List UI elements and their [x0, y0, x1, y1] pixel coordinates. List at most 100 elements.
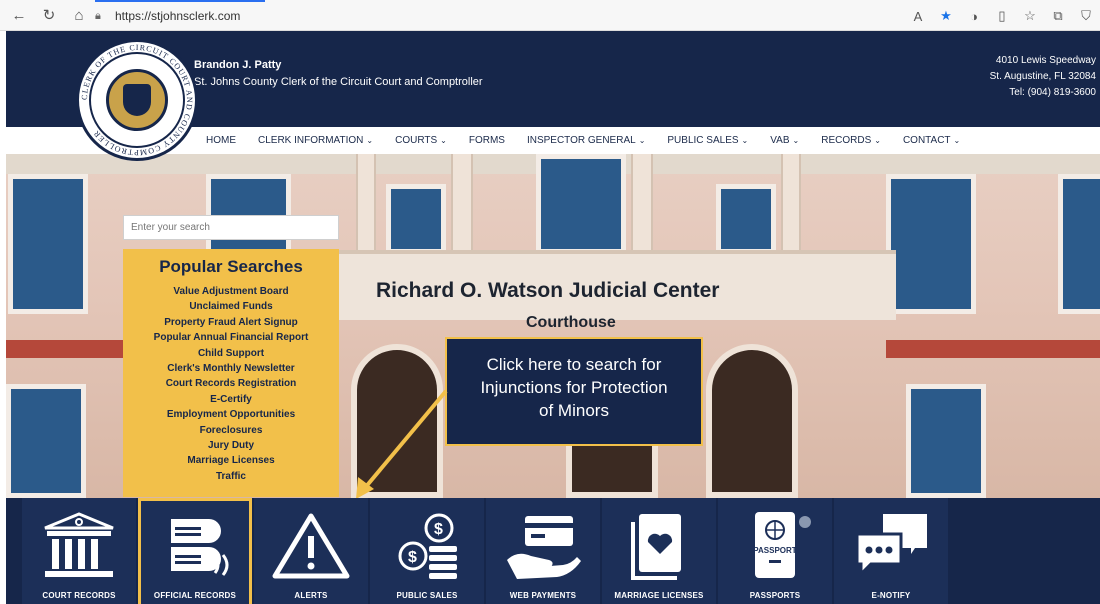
home-icon[interactable]: ⌂: [68, 4, 90, 26]
tile-label: WEB PAYMENTS: [509, 591, 577, 600]
nav-item-label: VAB: [770, 135, 790, 146]
chevron-down-icon: ⌄: [953, 136, 961, 145]
tile-public-sales[interactable]: $ $ PUBLIC SALES: [370, 498, 484, 604]
favorite-star-icon[interactable]: ★: [938, 8, 954, 24]
tile-label: MARRIAGE LICENSES: [614, 591, 704, 600]
popular-search-link[interactable]: Clerk's Monthly Newsletter: [123, 361, 339, 376]
popular-search-link[interactable]: Employment Opportunities: [123, 407, 339, 422]
clerk-seal-logo[interactable]: CLERK OF THE CIRCUIT COURT AND COUNTY CO…: [76, 39, 198, 161]
nav-item-contact[interactable]: CONTACT ⌄: [903, 135, 960, 146]
address-bar[interactable]: 🔒︎ https://stjohnsclerk.com: [95, 5, 695, 27]
favorites-icon[interactable]: ☆: [1022, 8, 1038, 24]
chat-bubbles-icon: [855, 514, 927, 578]
popular-search-link[interactable]: E-Certify: [123, 392, 339, 407]
url-text: https://stjohnsclerk.com: [115, 9, 241, 23]
tile-marriage-licenses[interactable]: MARRIAGE LICENSES: [602, 498, 716, 604]
tile-court-records[interactable]: COURT RECORDS: [22, 498, 136, 604]
building-title: Richard O. Watson Judicial Center: [376, 279, 720, 302]
clerk-title: St. Johns County Clerk of the Circuit Co…: [194, 76, 483, 88]
courthouse-icon: [44, 512, 114, 577]
heart-document-icon: [631, 514, 681, 580]
address-line2: St. Augustine, FL 32084: [989, 71, 1096, 82]
popular-search-link[interactable]: Property Fraud Alert Signup: [123, 315, 339, 330]
popular-search-link[interactable]: Jury Duty: [123, 438, 339, 453]
phone-number: Tel: (904) 819-3600: [1009, 87, 1096, 98]
book-stack-icon: [171, 519, 229, 576]
callout-line2: Injunctions for Protection: [480, 378, 668, 397]
refresh-icon[interactable]: ↻: [38, 4, 60, 26]
passport-icon: PASSPORT: [753, 512, 811, 578]
nav-item-label: INSPECTOR GENERAL: [526, 135, 636, 146]
search-input[interactable]: [123, 215, 339, 240]
nav-item-forms[interactable]: FORMS: [469, 135, 505, 146]
building-subtitle: Courthouse: [526, 314, 616, 331]
nav-item-label: PUBLIC SALES: [667, 135, 739, 146]
clerk-name: Brandon J. Patty: [194, 59, 282, 71]
tab-indicator: [95, 0, 265, 2]
lock-icon: 🔒︎: [95, 9, 101, 22]
nav-item-inspector-general[interactable]: INSPECTOR GENERAL ⌄: [527, 135, 645, 146]
svg-text:$: $: [408, 549, 417, 566]
office-address: 4010 Lewis Speedway St. Augustine, FL 32…: [990, 53, 1096, 101]
browser-actions: A ★ ◑ ▯ ☆ ⧉ ⛉: [910, 5, 1094, 27]
nav-item-label: FORMS: [468, 135, 505, 146]
quick-links-bar: COURT RECORDS OFFICIAL RECORDS ALERTS $ …: [6, 498, 1100, 604]
svg-text:PASSPORT: PASSPORT: [753, 546, 797, 555]
coins-icon: $ $: [398, 513, 457, 579]
tile-web-payments[interactable]: WEB PAYMENTS: [486, 498, 600, 604]
popular-search-link[interactable]: Foreclosures: [123, 423, 339, 438]
nav-item-label: RECORDS: [821, 135, 872, 146]
chevron-down-icon: ⌄: [792, 136, 800, 145]
tile-label: PASSPORTS: [749, 591, 801, 600]
tile-label: ALERTS: [294, 591, 328, 600]
popular-search-link[interactable]: Unclaimed Funds: [123, 299, 339, 314]
callout-line3: of Minors: [539, 401, 609, 420]
chevron-down-icon: ⌄: [741, 136, 749, 145]
popular-search-link[interactable]: Value Adjustment Board: [123, 284, 339, 299]
tile-official-records[interactable]: OFFICIAL RECORDS: [138, 498, 252, 604]
popular-searches-title: Popular Searches: [159, 257, 303, 276]
card-hand-icon: [507, 516, 581, 579]
svg-text:$: $: [434, 521, 443, 538]
back-icon[interactable]: ←: [8, 4, 30, 26]
svg-text:CLERK OF THE CIRCUIT COURT AND: CLERK OF THE CIRCUIT COURT AND COUNTY CO…: [80, 43, 194, 157]
chevron-down-icon: ⌄: [366, 136, 374, 145]
warning-icon: [272, 513, 350, 579]
nav-item-home[interactable]: HOME: [206, 135, 236, 146]
split-screen-icon[interactable]: ▯: [994, 8, 1010, 24]
tile-label: OFFICIAL RECORDS: [153, 591, 237, 600]
address-line1: 4010 Lewis Speedway: [995, 55, 1096, 66]
tile-alerts[interactable]: ALERTS: [254, 498, 368, 604]
nav-item-public-sales[interactable]: PUBLIC SALES ⌄: [667, 135, 748, 146]
tile-label: COURT RECORDS: [42, 591, 116, 600]
chevron-down-icon: ⌄: [874, 136, 881, 145]
website: Brandon J. Patty St. Johns County Clerk …: [6, 31, 1100, 604]
chevron-down-icon: ⌄: [638, 136, 646, 145]
collections-icon[interactable]: ⧉: [1050, 8, 1066, 24]
nav-item-clerk-information[interactable]: CLERK INFORMATION ⌄: [258, 135, 373, 146]
popular-search-link[interactable]: Court Records Registration: [123, 376, 339, 391]
callout-line1: Click here to search for: [486, 355, 662, 374]
tile-e-notify[interactable]: E-NOTIFY: [834, 498, 948, 604]
tile-label: PUBLIC SALES: [396, 591, 458, 600]
injunction-callout: Click here to search for Injunctions for…: [445, 337, 703, 446]
nav-item-label: HOME: [206, 135, 236, 146]
popular-search-link[interactable]: Traffic: [123, 469, 339, 484]
popular-search-link[interactable]: Marriage Licenses: [123, 453, 339, 468]
popular-search-link[interactable]: Popular Annual Financial Report: [123, 330, 339, 345]
browser-toolbar: ← ↻ ⌂ 🔒︎ https://stjohnsclerk.com A ★ ◑ …: [0, 0, 1100, 31]
nav-item-courts[interactable]: COURTS ⌄: [395, 135, 447, 146]
nav-item-records[interactable]: RECORDS ⌄: [821, 135, 881, 146]
chevron-down-icon: ⌄: [440, 136, 447, 145]
popular-searches-panel: Popular Searches Value Adjustment Board U…: [123, 249, 339, 497]
popular-search-link[interactable]: Child Support: [123, 346, 339, 361]
extension-icon[interactable]: ◑: [966, 9, 982, 24]
nav-item-label: CLERK INFORMATION: [258, 135, 364, 146]
nav-item-label: COURTS: [395, 135, 438, 146]
tile-label: E-NOTIFY: [871, 591, 911, 600]
shield-icon[interactable]: ⛉: [1078, 8, 1094, 24]
tile-passports[interactable]: PASSPORT PASSPORTS: [718, 498, 832, 604]
nav-item-label: CONTACT: [902, 135, 951, 146]
read-aloud-icon[interactable]: A: [910, 9, 926, 24]
nav-item-vab[interactable]: VAB ⌄: [770, 135, 799, 146]
